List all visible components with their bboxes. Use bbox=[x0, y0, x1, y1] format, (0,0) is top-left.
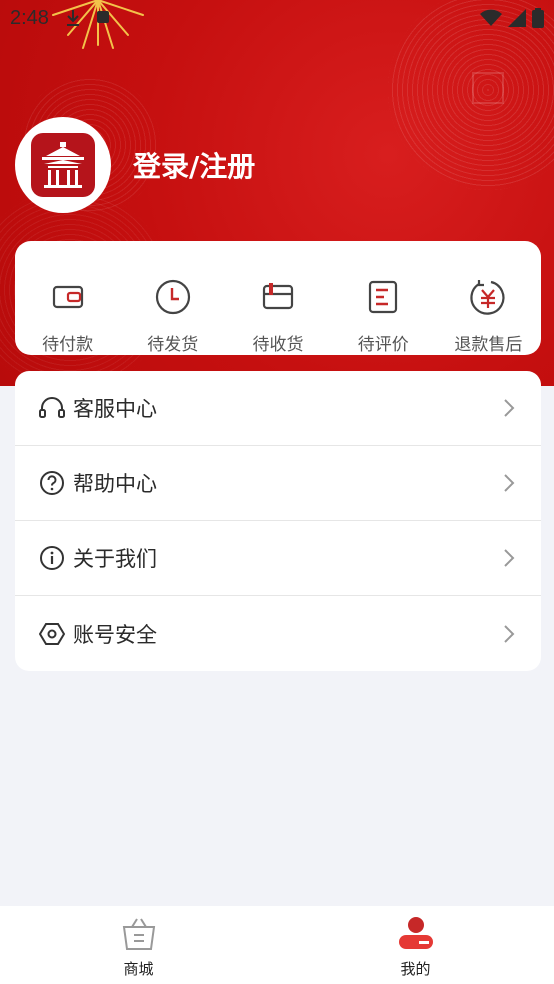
tab-label: 我的 bbox=[400, 960, 431, 978]
order-pending-review[interactable]: 待评价 bbox=[331, 241, 436, 355]
order-pending-payment[interactable]: 待付款 bbox=[15, 241, 120, 355]
order-item-label: 退款售后 bbox=[454, 335, 523, 355]
status-bar: 2:48 bbox=[0, 0, 554, 36]
download-icon bbox=[66, 10, 79, 26]
security-icon bbox=[39, 621, 65, 647]
menu-label: 账号安全 bbox=[73, 622, 157, 647]
order-item-label: 待付款 bbox=[42, 335, 94, 355]
document-icon bbox=[363, 277, 403, 316]
headset-icon bbox=[39, 395, 65, 421]
status-time: 2:48 bbox=[10, 6, 49, 29]
temple-logo-icon bbox=[42, 142, 84, 188]
menu-about-us[interactable]: 关于我们 bbox=[15, 521, 541, 596]
tab-mall[interactable]: 商城 bbox=[0, 906, 277, 984]
battery-icon bbox=[532, 8, 544, 28]
app-logo bbox=[31, 133, 95, 197]
chevron-right-icon bbox=[504, 624, 515, 643]
refund-yen-icon bbox=[468, 277, 508, 316]
order-item-label: 待发货 bbox=[147, 335, 199, 355]
menu-customer-service[interactable]: 客服中心 bbox=[15, 371, 541, 446]
order-item-label: 待评价 bbox=[357, 335, 409, 355]
menu-label: 关于我们 bbox=[73, 547, 157, 571]
bottom-tab-bar: 商城 我的 bbox=[0, 906, 554, 984]
order-pending-receipt[interactable]: 待收货 bbox=[225, 241, 330, 355]
login-register-link[interactable]: 登录/注册 bbox=[133, 145, 255, 185]
order-status-card: 待付款 待发货 待收货 待评价 退款售后 bbox=[15, 241, 541, 355]
signal-icon bbox=[508, 9, 526, 27]
menu-label: 帮助中心 bbox=[73, 472, 157, 496]
order-item-label: 待收货 bbox=[252, 335, 304, 355]
help-icon bbox=[39, 470, 65, 496]
chevron-right-icon bbox=[504, 474, 515, 492]
settings-menu: 客服中心 帮助中心 关于我们 账号安全 bbox=[15, 371, 541, 671]
wifi-icon bbox=[480, 9, 502, 26]
notification-icon bbox=[96, 11, 109, 23]
profile-section[interactable]: 登录/注册 bbox=[15, 117, 255, 213]
wallet-icon bbox=[48, 277, 88, 316]
menu-help-center[interactable]: 帮助中心 bbox=[15, 446, 541, 521]
menu-account-security[interactable]: 账号安全 bbox=[15, 596, 541, 671]
chevron-right-icon bbox=[504, 399, 515, 417]
coin-hole-decoration bbox=[472, 72, 504, 104]
tab-mine[interactable]: 我的 bbox=[277, 906, 554, 984]
order-pending-shipment[interactable]: 待发货 bbox=[120, 241, 225, 355]
profile-icon bbox=[396, 914, 436, 954]
clock-icon bbox=[153, 277, 193, 316]
menu-label: 客服中心 bbox=[73, 397, 157, 421]
avatar[interactable] bbox=[15, 117, 111, 213]
box-icon bbox=[258, 277, 298, 316]
order-refund-aftersale[interactable]: 退款售后 bbox=[436, 241, 541, 355]
chevron-right-icon bbox=[504, 549, 515, 567]
tab-label: 商城 bbox=[123, 960, 154, 978]
info-icon bbox=[39, 545, 65, 571]
shopping-basket-icon bbox=[119, 914, 159, 954]
